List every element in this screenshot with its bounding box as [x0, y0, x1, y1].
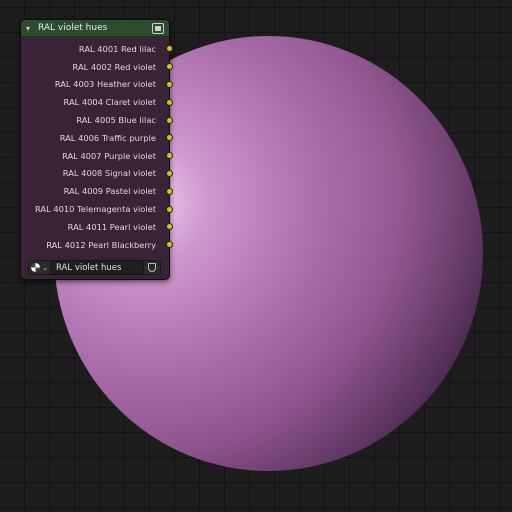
group-name-field[interactable]: RAL violet hues	[51, 260, 144, 275]
output-label: RAL 4008 Signal violet	[62, 168, 156, 179]
shield-icon	[148, 263, 156, 272]
output-row: RAL 4002 Red violet	[21, 58, 173, 76]
node-group-frame[interactable]: ▾ RAL violet hues RAL 4001 Red lilac RAL…	[20, 19, 173, 280]
output-row: RAL 4001 Red lilac	[21, 40, 173, 58]
node-group-datablock: ⌄ RAL violet hues	[28, 260, 161, 275]
node-group-icon[interactable]	[152, 22, 164, 34]
output-row: RAL 4007 Purple violet	[21, 147, 173, 165]
dropdown-arrow-icon: ⌄	[42, 263, 48, 272]
output-socket[interactable]	[166, 116, 173, 124]
collapse-arrow-icon[interactable]: ▾	[26, 24, 38, 33]
output-socket[interactable]	[166, 80, 173, 88]
output-label: RAL 4002 Red violet	[72, 61, 156, 72]
output-label: RAL 4001 Red lilac	[78, 43, 156, 54]
output-sockets-list: RAL 4001 Red lilac RAL 4002 Red violet R…	[21, 37, 173, 254]
output-label: RAL 4004 Claret violet	[63, 97, 156, 108]
output-socket[interactable]	[166, 45, 173, 53]
output-label: RAL 4006 Traffic purple	[59, 132, 156, 143]
output-row: RAL 4012 Pearl Blackberry	[21, 236, 173, 254]
node-tree-icon	[31, 263, 41, 272]
node-title: RAL violet hues	[38, 23, 108, 33]
output-socket[interactable]	[166, 98, 173, 106]
output-row: RAL 4010 Telemagenta violet	[21, 200, 173, 218]
output-row: RAL 4003 Heather violet	[21, 76, 173, 94]
output-row: RAL 4011 Pearl violet	[21, 218, 173, 236]
output-label: RAL 4011 Pearl violet	[67, 221, 156, 232]
node-header[interactable]: ▾ RAL violet hues	[21, 20, 169, 37]
output-label: RAL 4009 Pastel violet	[63, 186, 156, 197]
output-row: RAL 4006 Traffic purple	[21, 129, 173, 147]
output-label: RAL 4010 Telemagenta violet	[34, 204, 156, 215]
group-browse-button[interactable]: ⌄	[28, 260, 51, 275]
output-row: RAL 4004 Claret violet	[21, 93, 173, 111]
output-label: RAL 4012 Pearl Blackberry	[46, 239, 156, 250]
output-label: RAL 4003 Heather violet	[54, 79, 156, 90]
output-row: RAL 4009 Pastel violet	[21, 182, 173, 200]
output-socket[interactable]	[166, 169, 173, 177]
output-label: RAL 4005 Blue lilac	[76, 115, 156, 126]
output-socket[interactable]	[166, 205, 173, 213]
output-row: RAL 4005 Blue lilac	[21, 111, 173, 129]
output-socket[interactable]	[166, 187, 173, 195]
output-row: RAL 4008 Signal violet	[21, 165, 173, 183]
output-label: RAL 4007 Purple violet	[62, 150, 156, 161]
fake-user-button[interactable]	[144, 260, 161, 275]
